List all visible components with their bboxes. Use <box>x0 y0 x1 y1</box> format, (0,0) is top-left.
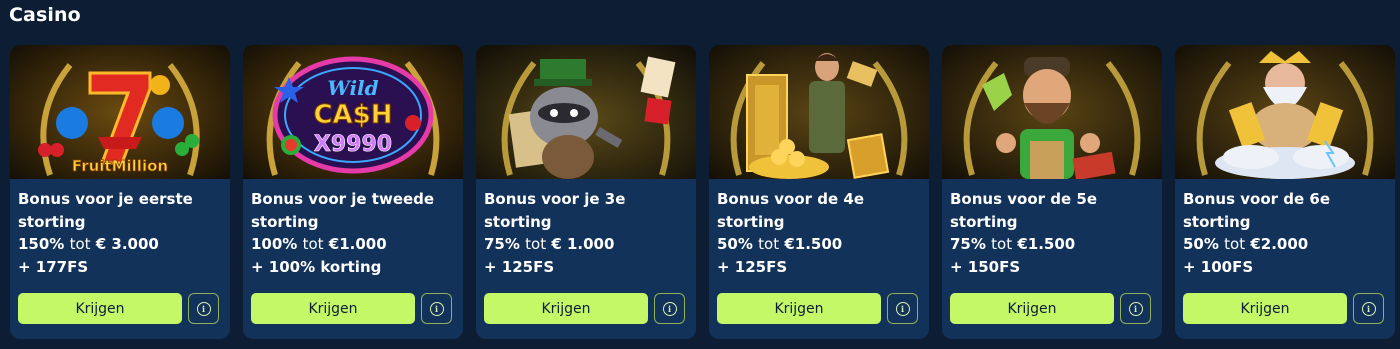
section-title: Casino <box>9 4 81 26</box>
svg-text:Wild: Wild <box>327 76 378 100</box>
svg-text:X9990: X9990 <box>314 132 392 157</box>
bonus-amount: € 1.000 <box>551 235 615 253</box>
info-icon: i <box>196 301 211 316</box>
bonus-amount: € 3.000 <box>95 235 159 253</box>
info-icon: i <box>1128 301 1143 316</box>
info-icon: i <box>429 301 444 316</box>
bonus-percent: 50% <box>717 235 753 253</box>
bonus-percent: 75% <box>950 235 986 253</box>
info-icon: i <box>1361 301 1376 316</box>
claim-button[interactable]: Krijgen <box>950 293 1114 324</box>
info-icon: i <box>895 301 910 316</box>
bonus-tot: tot <box>758 235 780 253</box>
bonus-card-5[interactable]: Bonus voor de 5e storting 75% tot €1.500… <box>942 45 1162 339</box>
bonus-extra: + 177FS <box>18 257 89 276</box>
bonus-card-6[interactable]: Bonus voor de 6e storting 50% tot €2.000… <box>1175 45 1395 339</box>
bonus-percent: 150% <box>18 235 65 253</box>
info-button[interactable]: i <box>887 293 918 324</box>
info-icon: i <box>662 301 677 316</box>
game-title-text: FruitMillion <box>72 157 168 175</box>
bonus-card-list: FruitMillion Bonus voor je eerste storti… <box>10 45 1395 339</box>
bonus-amount: €1.000 <box>328 235 387 253</box>
claim-button[interactable]: Krijgen <box>717 293 881 324</box>
bonus-card-2[interactable]: Wild CA$H X9990 Bonus voor je tweede sto… <box>243 45 463 339</box>
bonus-percent: 50% <box>1183 235 1219 253</box>
bonus-card-3[interactable]: Bonus voor je 3e storting 75% tot € 1.00… <box>476 45 696 339</box>
svg-text:CA$H: CA$H <box>313 100 392 130</box>
bonus-tot: tot <box>302 235 324 253</box>
bonus-percent: 100% <box>251 235 298 253</box>
bonus-title: Bonus voor je eerste storting <box>18 190 193 231</box>
info-button[interactable]: i <box>654 293 685 324</box>
info-button[interactable]: i <box>421 293 452 324</box>
wild-cash-slot-icon: Wild CA$H X9990 <box>243 45 463 179</box>
bonus-tot: tot <box>1224 235 1246 253</box>
bonus-amount: €2.000 <box>1250 235 1309 253</box>
bonus-tot: tot <box>69 235 91 253</box>
info-button[interactable]: i <box>1353 293 1384 324</box>
bonus-extra: + 150FS <box>950 257 1021 276</box>
claim-button[interactable]: Krijgen <box>18 293 182 324</box>
claim-button[interactable]: Krijgen <box>1183 293 1347 324</box>
bonus-title: Bonus voor je 3e storting <box>484 190 626 231</box>
bonus-extra: + 125FS <box>717 257 788 276</box>
zeus-slot-icon <box>1175 45 1395 179</box>
bonus-percent: 75% <box>484 235 520 253</box>
lumberjack-slot-icon <box>942 45 1162 179</box>
raccoon-slot-icon <box>476 45 696 179</box>
bonus-title: Bonus voor je tweede storting <box>251 190 435 231</box>
claim-button[interactable]: Krijgen <box>484 293 648 324</box>
bonus-card-4[interactable]: Bonus voor de 4e storting 50% tot €1.500… <box>709 45 929 339</box>
bonus-title: Bonus voor de 4e storting <box>717 190 864 231</box>
bonus-card-1[interactable]: FruitMillion Bonus voor je eerste storti… <box>10 45 230 339</box>
bonus-extra: + 125FS <box>484 257 555 276</box>
bonus-tot: tot <box>525 235 547 253</box>
bonus-extra: + 100% korting <box>251 257 382 276</box>
explorer-slot-icon <box>709 45 929 179</box>
bonus-tot: tot <box>991 235 1013 253</box>
info-button[interactable]: i <box>1120 293 1151 324</box>
claim-button[interactable]: Krijgen <box>251 293 415 324</box>
lucky-seven-slot-icon: FruitMillion <box>10 45 230 179</box>
bonus-title: Bonus voor de 5e storting <box>950 190 1097 231</box>
bonus-extra: + 100FS <box>1183 257 1254 276</box>
bonus-amount: €1.500 <box>784 235 843 253</box>
bonus-title: Bonus voor de 6e storting <box>1183 190 1330 231</box>
bonus-amount: €1.500 <box>1017 235 1076 253</box>
info-button[interactable]: i <box>188 293 219 324</box>
